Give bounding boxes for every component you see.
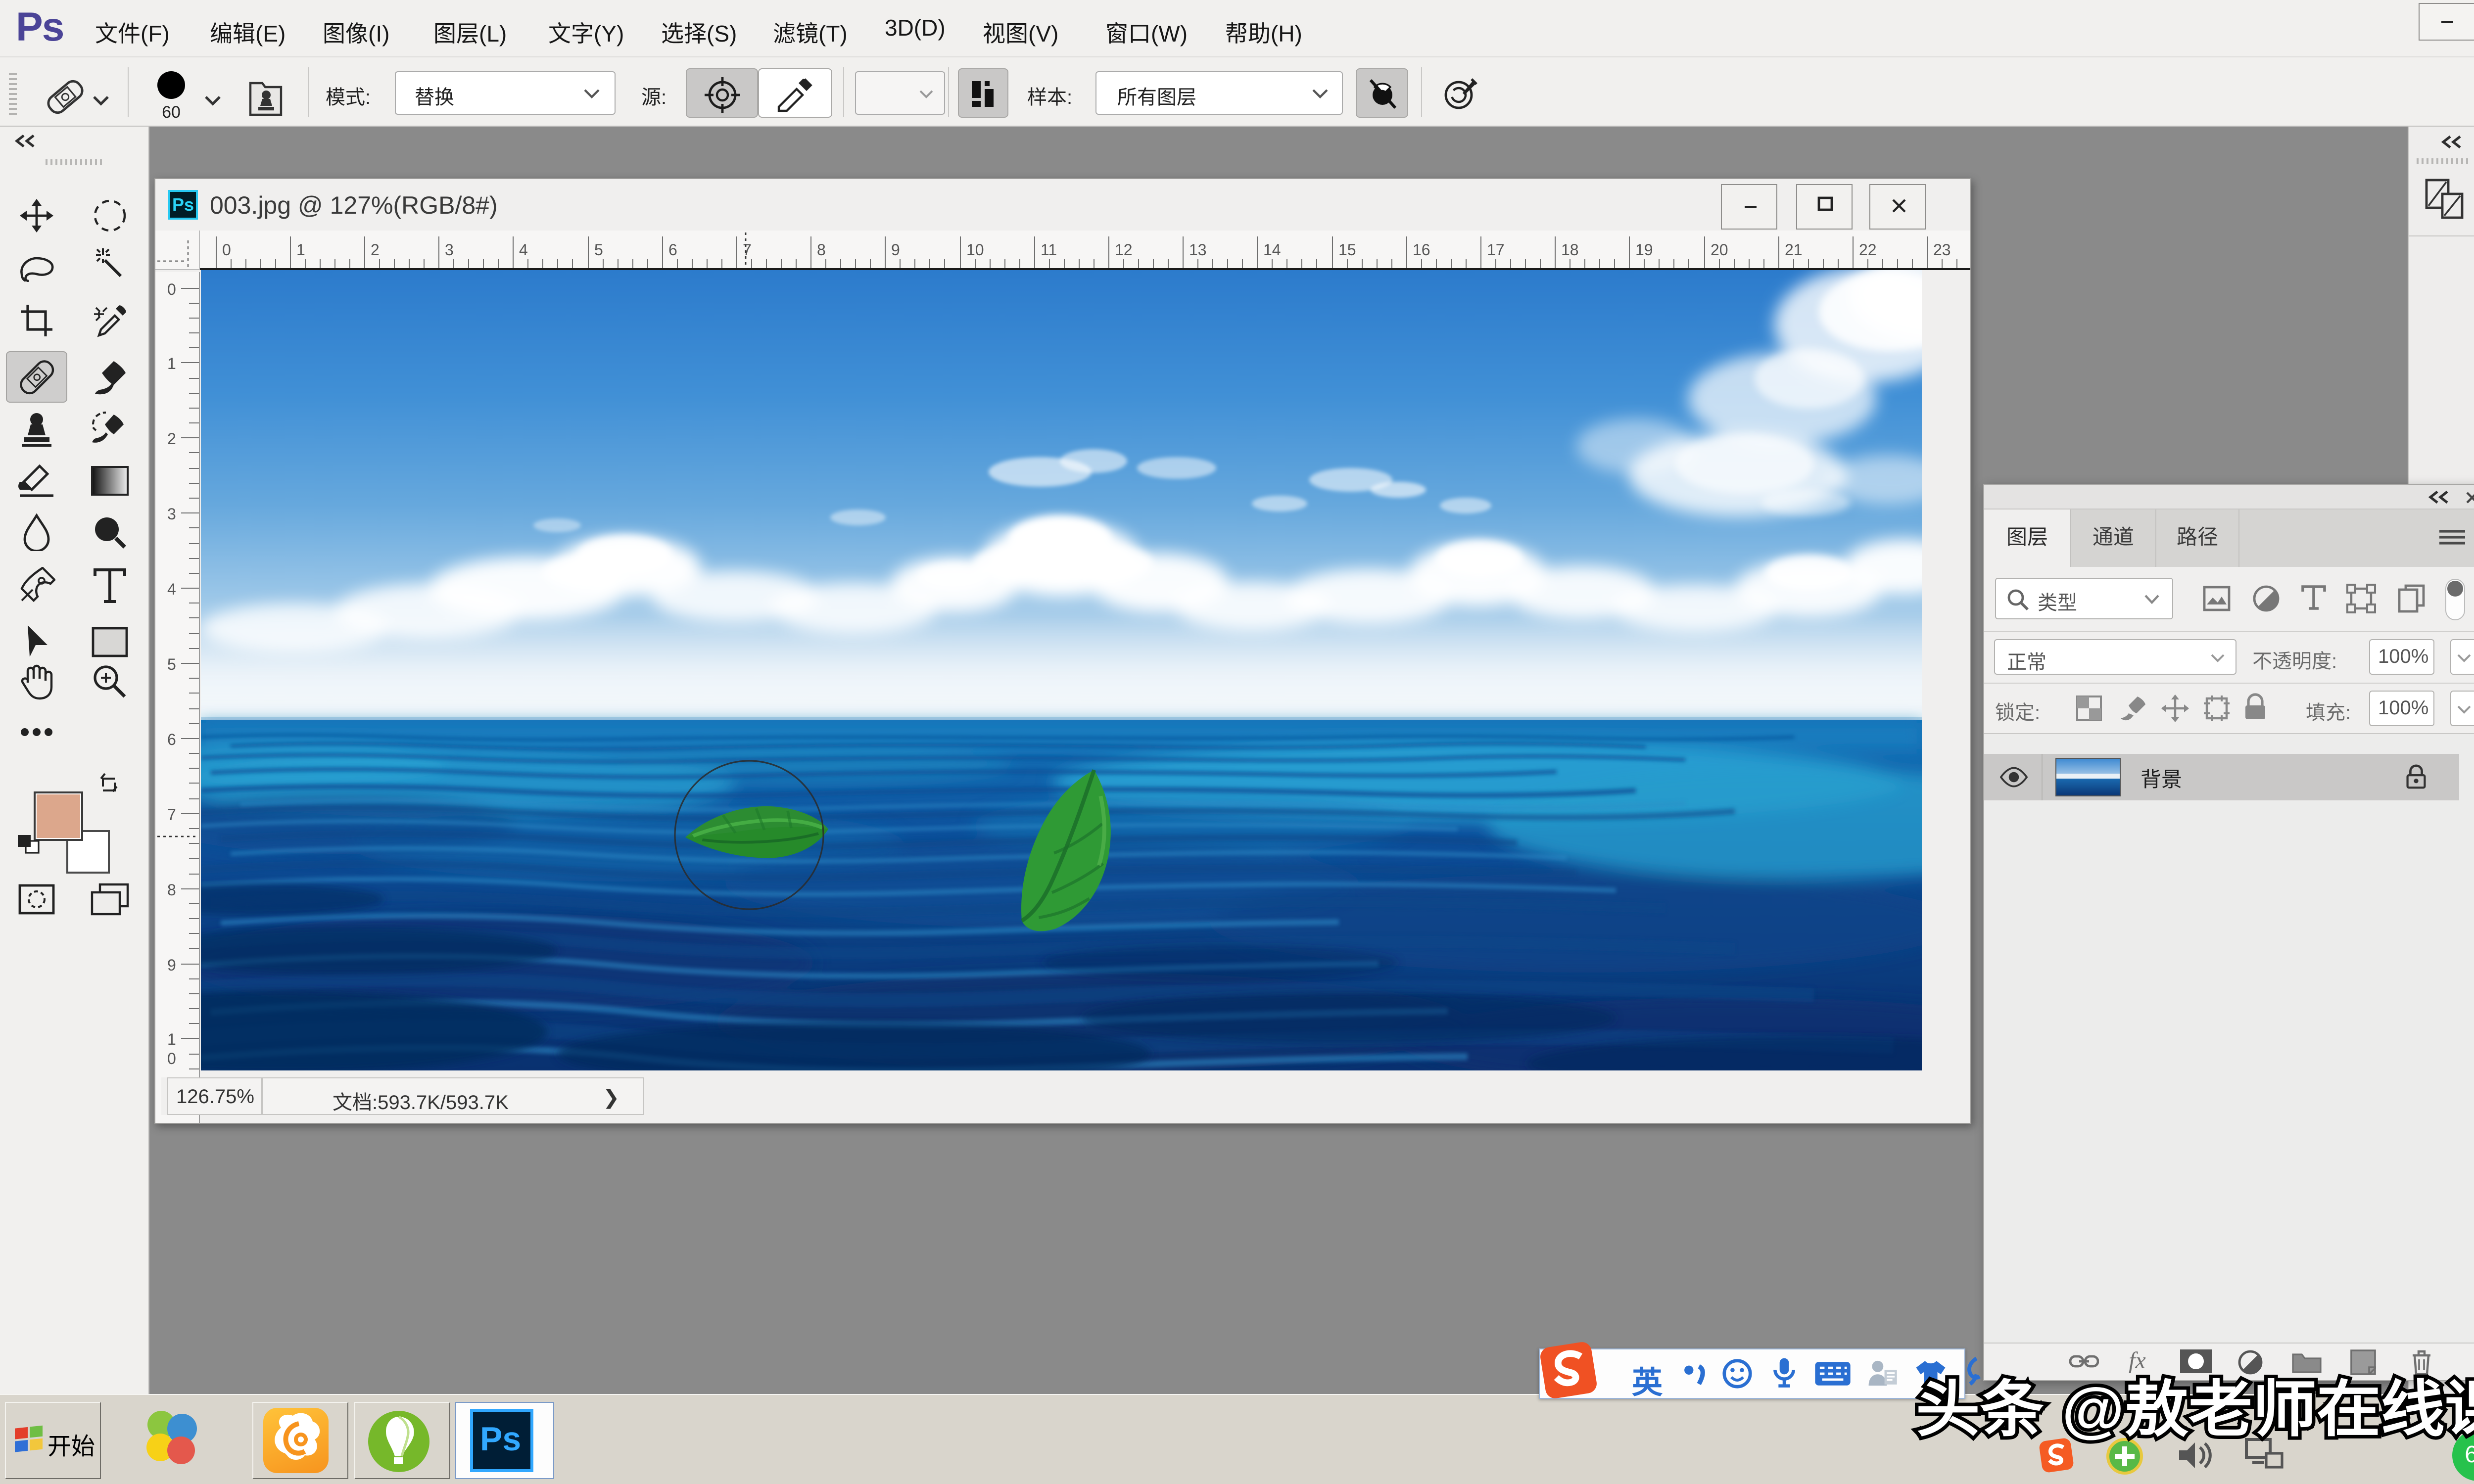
svg-text:4: 4 xyxy=(167,580,176,598)
svg-text:18: 18 xyxy=(1561,241,1579,259)
svg-text:5: 5 xyxy=(167,655,176,673)
svg-text:6: 6 xyxy=(167,731,176,748)
svg-text:15: 15 xyxy=(1338,241,1356,259)
svg-text:20: 20 xyxy=(1711,241,1728,259)
svg-text:2: 2 xyxy=(167,430,176,448)
svg-text:6: 6 xyxy=(668,241,677,259)
svg-text:9: 9 xyxy=(891,241,900,259)
svg-text:17: 17 xyxy=(1487,241,1505,259)
svg-text:头条 @敖老师在线课堂: 头条 @敖老师在线课堂 xyxy=(1916,1376,2474,1444)
svg-text:9: 9 xyxy=(167,956,176,974)
svg-text:5: 5 xyxy=(594,241,603,259)
svg-text:0: 0 xyxy=(222,241,231,259)
svg-text:1: 1 xyxy=(167,1030,176,1048)
svg-text:16: 16 xyxy=(1413,241,1430,259)
svg-text:1: 1 xyxy=(296,241,305,259)
svg-text:3: 3 xyxy=(167,505,176,523)
svg-text:8: 8 xyxy=(817,241,826,259)
svg-text:13: 13 xyxy=(1189,241,1207,259)
svg-text:0: 0 xyxy=(167,1050,176,1067)
svg-text:2: 2 xyxy=(371,241,380,259)
svg-text:10: 10 xyxy=(966,241,984,259)
svg-text:19: 19 xyxy=(1635,241,1653,259)
svg-text:1: 1 xyxy=(167,355,176,372)
svg-text:0: 0 xyxy=(167,280,176,298)
svg-text:12: 12 xyxy=(1115,241,1133,259)
svg-text:8: 8 xyxy=(167,881,176,899)
svg-text:14: 14 xyxy=(1263,241,1281,259)
svg-text:23: 23 xyxy=(1933,241,1951,259)
svg-text:7: 7 xyxy=(167,806,176,824)
svg-text:7: 7 xyxy=(743,241,752,259)
svg-text:21: 21 xyxy=(1785,241,1803,259)
svg-text:22: 22 xyxy=(1859,241,1877,259)
svg-text:11: 11 xyxy=(1041,241,1057,259)
svg-text:3: 3 xyxy=(445,241,454,259)
svg-text:4: 4 xyxy=(519,241,528,259)
svg-text:fx: fx xyxy=(2129,1349,2146,1373)
